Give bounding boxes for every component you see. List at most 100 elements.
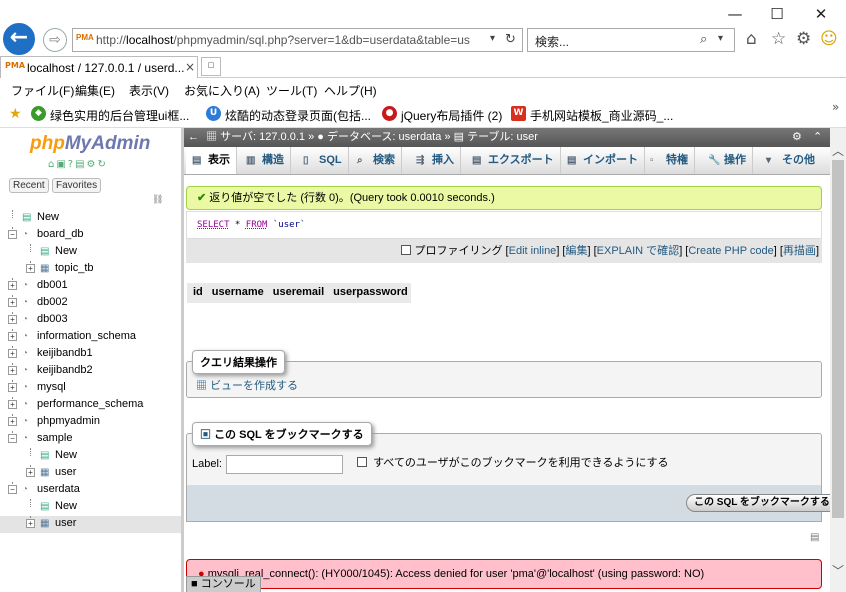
column-userpassword[interactable]: userpassword	[327, 283, 411, 303]
search-icon[interactable]: ⌕	[700, 32, 707, 47]
minimize-button[interactable]: —	[722, 4, 748, 24]
search-dropdown-icon[interactable]: ▾	[718, 33, 723, 44]
phpmyadmin-logo[interactable]: phpMyAdmin	[30, 133, 150, 155]
favorite-link-2[interactable]: 炫酷的动态登录页面(包括...	[225, 107, 371, 124]
browser-tab[interactable]: PMA localhost / 127.0.0.1 / userd... ×	[0, 56, 198, 78]
tree-new-item[interactable]: ▤ New	[0, 210, 181, 227]
scrollbar-thumb[interactable]	[832, 160, 844, 518]
tree-database-item[interactable]: + ◔ performance_schema	[0, 397, 181, 414]
column-username[interactable]: username	[206, 283, 267, 303]
tree-table-item[interactable]: + ▦ topic_tb	[0, 261, 181, 278]
tree-new-item[interactable]: ▤ New	[0, 499, 181, 516]
tree-database-item[interactable]: + ◔ db001	[0, 278, 181, 295]
favorites-star-icon[interactable]: ☆	[771, 29, 786, 49]
tab-structure[interactable]: ▥ 構造	[240, 147, 291, 174]
tree-database-item[interactable]: + ◔ db003	[0, 312, 181, 329]
breadcrumb-collapse-icon[interactable]: ←	[184, 131, 203, 143]
breadcrumb-server[interactable]: サーバ: 127.0.0.1	[220, 131, 305, 143]
expand-icon[interactable]: +	[8, 417, 17, 426]
tab-privileges[interactable]: ▫ 特権	[644, 147, 695, 174]
tab-more[interactable]: ▾ その他	[760, 147, 821, 174]
tab-insert[interactable]: ⇶ 挿入	[410, 147, 461, 174]
console-tab[interactable]: ■ コンソール	[186, 576, 261, 592]
create-php-link[interactable]: Create PHP code	[688, 245, 773, 257]
collapse-icon[interactable]: −	[8, 485, 17, 494]
tree-database-item[interactable]: + ◔ phpmyadmin	[0, 414, 181, 431]
address-bar[interactable]: PMA http://localhost/phpmyadmin/sql.php?…	[72, 28, 523, 52]
tab-sql[interactable]: ▯ SQL	[297, 147, 349, 174]
create-view-link[interactable]: ▦ ビューを作成する	[196, 377, 298, 393]
explain-link[interactable]: EXPLAIN で確認	[597, 245, 680, 257]
tab-export[interactable]: ▤ エクスポート	[466, 147, 561, 174]
tree-new-item[interactable]: ▤ New	[0, 448, 181, 465]
tree-database-item[interactable]: − ◔ board_db	[0, 227, 181, 244]
tree-table-item[interactable]: + ▦ user	[0, 516, 181, 533]
expand-icon[interactable]: +	[8, 281, 17, 290]
menu-tools[interactable]: ツール(T)	[266, 82, 317, 99]
new-tab-button[interactable]: ▫	[201, 57, 221, 76]
column-useremail[interactable]: useremail	[267, 283, 327, 303]
expand-icon[interactable]: +	[8, 298, 17, 307]
expand-icon[interactable]: +	[8, 315, 17, 324]
collapse-icon[interactable]: −	[8, 434, 17, 443]
tree-table-item[interactable]: + ▦ user	[0, 465, 181, 482]
tree-database-item[interactable]: + ◔ keijibandb1	[0, 346, 181, 363]
expand-icon[interactable]: +	[26, 519, 35, 528]
expand-icon[interactable]: +	[8, 383, 17, 392]
profiling-checkbox[interactable]	[401, 245, 412, 255]
feedback-smiley-icon[interactable]: ☺	[820, 29, 838, 49]
settings-gear-icon[interactable]: ⚙	[796, 29, 811, 49]
menu-help[interactable]: ヘルプ(H)	[324, 82, 377, 99]
maximize-button[interactable]: ☐	[764, 4, 790, 24]
expand-icon[interactable]: +	[26, 468, 35, 477]
forward-button[interactable]: ⇨	[43, 28, 67, 52]
bookmark-share-option[interactable]: すべてのユーザがこのブックマークを利用できるようにする	[357, 454, 669, 470]
expand-icon[interactable]: +	[8, 349, 17, 358]
edit-link[interactable]: 編集	[565, 245, 587, 257]
settings-gear-icon[interactable]: ⚙	[792, 128, 802, 147]
tab-operations[interactable]: 🔧 操作	[702, 147, 753, 174]
expand-icon[interactable]: +	[8, 400, 17, 409]
refresh-icon[interactable]: ↻	[505, 32, 516, 47]
tab-import[interactable]: ▤ インポート	[561, 147, 645, 174]
tree-new-item[interactable]: ▤ New	[0, 244, 181, 261]
tree-database-item[interactable]: + ◔ information_schema	[0, 329, 181, 346]
print-icon[interactable]: ▤	[810, 532, 819, 543]
close-window-button[interactable]: ✕	[808, 4, 834, 24]
favorite-link-3[interactable]: jQuery布局插件 (2)	[401, 107, 502, 124]
edit-inline-link[interactable]: Edit inline	[509, 245, 557, 257]
share-checkbox[interactable]	[357, 457, 367, 467]
favorites-button[interactable]: Favorites	[52, 178, 102, 193]
recent-button[interactable]: Recent	[9, 178, 49, 193]
bookmark-submit-button[interactable]: この SQL をブックマークする	[686, 494, 830, 512]
breadcrumb-table[interactable]: テーブル: user	[467, 131, 538, 143]
menu-file[interactable]: ファイル(F)	[11, 82, 74, 99]
home-icon[interactable]: ⌂	[746, 29, 757, 49]
tree-database-item[interactable]: + ◔ db002	[0, 295, 181, 312]
tree-database-item[interactable]: − ◔ sample	[0, 431, 181, 448]
scroll-down-icon[interactable]: ﹀	[832, 562, 844, 579]
menu-edit[interactable]: 編集(E)	[75, 82, 115, 99]
expand-icon[interactable]: +	[8, 332, 17, 341]
menu-view[interactable]: 表示(V)	[129, 82, 169, 99]
nav-quick-icons[interactable]: ⌂▣?▤⚙↻	[48, 159, 108, 170]
favorite-link-1[interactable]: 绿色实用的后台管理ui框...	[50, 107, 189, 124]
scroll-up-icon[interactable]: ︿	[832, 142, 844, 159]
url-text[interactable]: http://localhost/phpmyadmin/sql.php?serv…	[96, 33, 470, 47]
favorites-more[interactable]: »	[832, 100, 839, 114]
favorites-star-icon[interactable]: ★	[9, 106, 22, 122]
tree-database-item[interactable]: + ◔ mysql	[0, 380, 181, 397]
address-dropdown-icon[interactable]: ▾	[490, 33, 495, 44]
link-with-main-icon[interactable]: ⛓	[152, 195, 163, 205]
search-box[interactable]: 検索... ⌕ ▾	[527, 28, 735, 52]
breadcrumb-database[interactable]: データベース: userdata	[327, 131, 441, 143]
tab-browse[interactable]: ▤ 表示	[186, 147, 237, 174]
tab-close-icon[interactable]: ×	[185, 60, 195, 74]
collapse-top-icon[interactable]: ⌃	[813, 128, 822, 147]
expand-icon[interactable]: +	[8, 366, 17, 375]
tree-database-item[interactable]: − ◔ userdata	[0, 482, 181, 499]
back-button[interactable]: ←	[3, 23, 35, 55]
refresh-link[interactable]: 再描画	[783, 245, 816, 257]
tree-database-item[interactable]: + ◔ keijibandb2	[0, 363, 181, 380]
favorite-link-4[interactable]: 手机网站模板_商业源码_...	[530, 107, 673, 124]
